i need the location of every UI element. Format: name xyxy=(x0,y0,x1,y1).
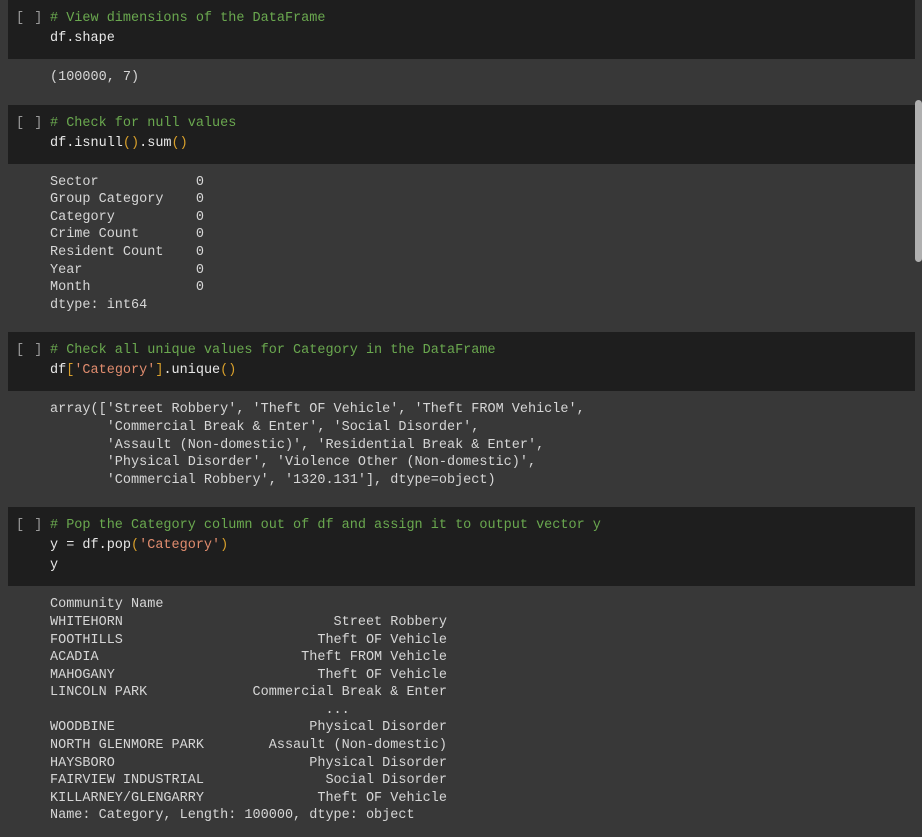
code-line: y xyxy=(8,556,915,576)
cell-output-area: Community Name WHITEHORN Street Robbery … xyxy=(0,586,922,837)
code-token-punc: ) xyxy=(220,538,229,554)
notebook-cell: [ ] # View dimensions of the DataFrame df.… xyxy=(0,0,922,99)
notebook-cell-list: [ ] # View dimensions of the DataFrame df.… xyxy=(0,0,922,837)
code-token-plain: .unique xyxy=(163,363,221,379)
code-input-area[interactable]: [ ] # Pop the Category column out of df a… xyxy=(8,507,915,587)
code-token-punc: () xyxy=(171,135,188,151)
code-input-area[interactable]: [ ] # Check for null values df.isnull().su… xyxy=(8,104,915,164)
code-token-comment: # Check all unique values for Category i… xyxy=(50,343,496,359)
code-token-plain: df xyxy=(50,363,67,379)
notebook-cell: [ ] # Check all unique values for Categor… xyxy=(0,332,922,502)
code-line: df.shape xyxy=(8,29,915,49)
code-token-comment: # Check for null values xyxy=(50,115,237,131)
code-line: df['Category'].unique() xyxy=(8,361,915,381)
cell-output-area: (100000, 7) xyxy=(0,59,922,99)
code-token-punc: ( xyxy=(131,538,140,554)
cell-output-area: Sector 0 Group Category 0 Category 0 Cri… xyxy=(0,163,922,327)
code-token-plain: y = df.pop xyxy=(50,538,132,554)
run-cell-button[interactable]: [ ] xyxy=(16,516,50,536)
code-line: [ ] # Pop the Category column out of df a… xyxy=(8,516,915,536)
cell-output-area: array(['Street Robbery', 'Theft OF Vehic… xyxy=(0,391,922,502)
notebook-cell: [ ] # Check for null values df.isnull().su… xyxy=(0,104,922,327)
code-token-str: 'Category' xyxy=(74,363,156,379)
code-token-plain: y xyxy=(50,558,59,574)
cell-output-text: array(['Street Robbery', 'Theft OF Vehic… xyxy=(50,402,585,488)
vertical-scrollbar-track[interactable] xyxy=(915,0,922,829)
run-cell-button[interactable]: [ ] xyxy=(16,341,50,361)
cell-output-text: Community Name WHITEHORN Street Robbery … xyxy=(50,597,447,824)
code-token-comment: # Pop the Category column out of df and … xyxy=(50,518,601,534)
code-token-punc: () xyxy=(220,363,237,379)
run-cell-button[interactable]: [ ] xyxy=(16,9,50,29)
cell-output-text: Sector 0 Group Category 0 Category 0 Cri… xyxy=(50,174,204,313)
colab-notebook: [ ] # View dimensions of the DataFrame df.… xyxy=(0,0,922,837)
code-line: y = df.pop('Category') xyxy=(8,536,915,556)
code-token-plain: df.isnull xyxy=(50,135,123,151)
code-line: df.isnull().sum() xyxy=(8,134,915,154)
vertical-scrollbar-thumb[interactable] xyxy=(915,100,922,262)
notebook-cell: [ ] # Pop the Category column out of df a… xyxy=(0,507,922,837)
code-token-str: 'Category' xyxy=(139,538,221,554)
code-token-punc: () xyxy=(122,135,140,151)
code-token-plain: .sum xyxy=(139,135,172,151)
code-input-area[interactable]: [ ] # View dimensions of the DataFrame df.… xyxy=(8,0,915,59)
code-token-comment: # View dimensions of the DataFrame xyxy=(50,11,326,26)
code-input-area[interactable]: [ ] # Check all unique values for Categor… xyxy=(8,332,915,392)
run-cell-button[interactable]: [ ] xyxy=(16,114,50,134)
code-token-plain: df.shape xyxy=(50,31,115,46)
code-line: [ ] # Check for null values xyxy=(8,114,915,134)
code-line: [ ] # Check all unique values for Categor… xyxy=(8,341,915,361)
cell-output-text: (100000, 7) xyxy=(50,70,140,85)
code-line: [ ] # View dimensions of the DataFrame xyxy=(8,9,915,29)
